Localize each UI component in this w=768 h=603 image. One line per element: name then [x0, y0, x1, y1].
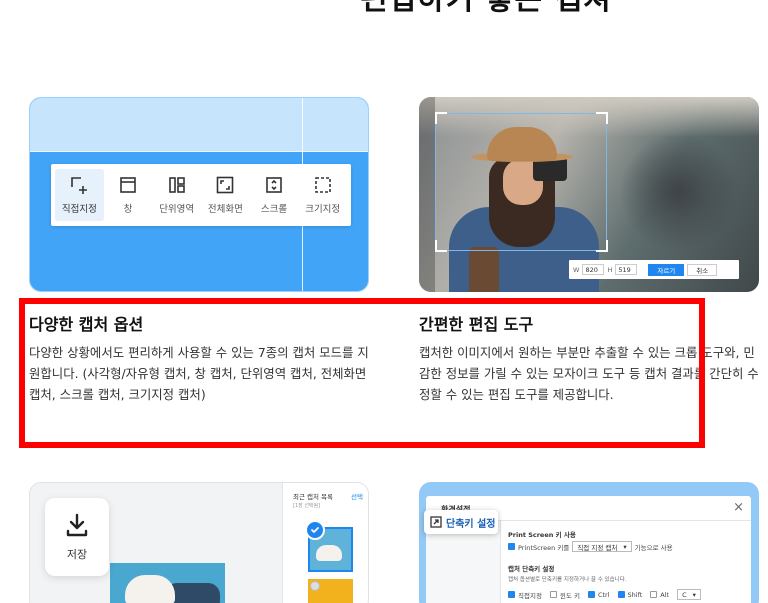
- print-screen-prefix: PrintScreen 키를: [518, 543, 570, 552]
- crop-handle-bottom-right[interactable]: [596, 240, 608, 252]
- editing-tools-card: W 820 H 519 자르기 취소: [419, 97, 759, 292]
- chevron-down-icon: ▾: [623, 542, 627, 551]
- thumbnail-select-circle[interactable]: [310, 581, 320, 591]
- ctrl-label: Ctrl: [597, 590, 610, 599]
- shortcut-settings-tab[interactable]: 단축키 설정: [424, 510, 498, 534]
- tool-label: 직접지정: [61, 204, 97, 215]
- capture-shortcut-hint: 캡처 옵션별로 단축키를 지정하거나 끌 수 있습니다.: [508, 577, 627, 583]
- external-arrow-icon: [430, 516, 442, 528]
- crop-edit-bar: W 820 H 519 자르기 취소: [569, 260, 739, 279]
- recent-captures-count: [1장 선택됨]: [293, 503, 321, 509]
- direct-select-label: 직접지정: [518, 591, 542, 600]
- scroll-icon: [266, 177, 282, 193]
- print-screen-suffix: 기능으로 사용: [634, 543, 673, 552]
- crop-handle-bottom-left[interactable]: [435, 240, 447, 252]
- save-button[interactable]: 저장: [45, 498, 109, 576]
- capture-shortcut-row: 직접지정 윈도 키 Ctrl Shift Alt C ▾: [508, 589, 701, 600]
- capture-shortcut-section-title: 캡처 단축키 설정: [508, 565, 555, 573]
- direct-select-checkbox[interactable]: [508, 591, 515, 598]
- alt-label: Alt: [660, 590, 670, 599]
- crop-dim-overlay: [419, 97, 435, 292]
- preview-dog: [125, 575, 175, 603]
- unit-area-icon: [168, 177, 185, 193]
- windows-key-checkbox[interactable]: [549, 591, 557, 598]
- crop-handle-top-right[interactable]: [596, 112, 608, 124]
- print-screen-checkbox[interactable]: [508, 543, 515, 550]
- shift-checkbox[interactable]: [617, 591, 625, 598]
- height-field-group: H 519: [607, 264, 638, 275]
- tool-label: 전체화면: [207, 204, 243, 215]
- fullscreen-icon: [217, 176, 234, 194]
- crop-button[interactable]: 자르기: [648, 263, 685, 276]
- window-icon: [120, 177, 136, 193]
- height-input[interactable]: 519: [615, 264, 638, 275]
- check-icon: [305, 520, 325, 540]
- print-screen-section-title: Print Screen 키 사용: [508, 531, 576, 539]
- capture-guide-horizontal: [30, 151, 368, 152]
- download-icon: [66, 513, 88, 537]
- print-screen-mode-select[interactable]: 직접 지정 캡처 ▾: [572, 541, 632, 552]
- save-card: 저장 최근 캡처 목록 [1장 선택됨] 선택: [29, 482, 369, 603]
- tool-direct-select[interactable]: 직접지정: [55, 169, 104, 221]
- crop-selection-box[interactable]: [435, 113, 607, 251]
- shortcut-settings-label: 단축키 설정: [446, 518, 496, 530]
- save-label: 저장: [66, 548, 88, 561]
- shift-label: Shift: [627, 590, 643, 599]
- alt-checkbox[interactable]: [650, 591, 658, 598]
- direct-select-icon: [71, 177, 88, 194]
- cancel-button[interactable]: 취소: [687, 263, 718, 276]
- height-label: H: [607, 265, 613, 274]
- print-screen-row: PrintScreen 키를 직접 지정 캡처 ▾ 기능으로 사용: [508, 541, 673, 552]
- close-icon[interactable]: ×: [733, 500, 744, 515]
- tool-scroll[interactable]: 스크롤: [250, 169, 299, 221]
- tool-label: 단위영역: [159, 204, 195, 215]
- highlight-annotation-box: [19, 298, 705, 448]
- width-label: W: [573, 265, 580, 274]
- tool-window[interactable]: 창: [104, 169, 153, 221]
- recent-captures-title: 최근 캡처 목록: [293, 493, 334, 501]
- section-heading: 편집하기 좋은 캡쳐: [360, 0, 612, 18]
- shortcut-key-value: C: [682, 590, 687, 599]
- capture-mode-toolbar: 직접지정 창 단위영역 전체화면 스크롤 크기지정: [51, 164, 351, 226]
- crop-handle-top-left[interactable]: [435, 112, 447, 124]
- width-input[interactable]: 820: [582, 264, 605, 275]
- photo-person-backpack: [469, 247, 499, 292]
- photo-background-crowd: [619, 132, 739, 252]
- tool-unit-area[interactable]: 단위영역: [152, 169, 201, 221]
- tool-fullscreen[interactable]: 전체화면: [201, 169, 250, 221]
- capture-region-top: [30, 98, 368, 151]
- thumbnail-dog: [316, 545, 342, 561]
- tool-label: 스크롤: [260, 204, 288, 215]
- windows-key-label: 윈도 키: [559, 591, 580, 600]
- tool-label: 창: [123, 204, 133, 215]
- tool-size-select[interactable]: 크기지정: [298, 169, 347, 221]
- ctrl-checkbox[interactable]: [587, 591, 595, 598]
- width-field-group: W 820: [573, 264, 605, 275]
- recent-select-link[interactable]: 선택: [351, 491, 363, 501]
- size-select-icon: [314, 177, 331, 193]
- chevron-down-icon: ▾: [692, 590, 696, 599]
- print-screen-mode-value: 직접 지정 캡처: [577, 543, 618, 552]
- capture-options-card: 직접지정 창 단위영역 전체화면 스크롤 크기지정: [29, 97, 369, 292]
- recent-captures-panel: 최근 캡처 목록 [1장 선택됨] 선택: [282, 483, 368, 603]
- settings-card: 환경설정 × Print Screen 키 사용 PrintScreen 키를 …: [419, 482, 759, 603]
- shortcut-key-select[interactable]: C ▾: [677, 589, 701, 600]
- tool-label: 크기지정: [305, 204, 341, 215]
